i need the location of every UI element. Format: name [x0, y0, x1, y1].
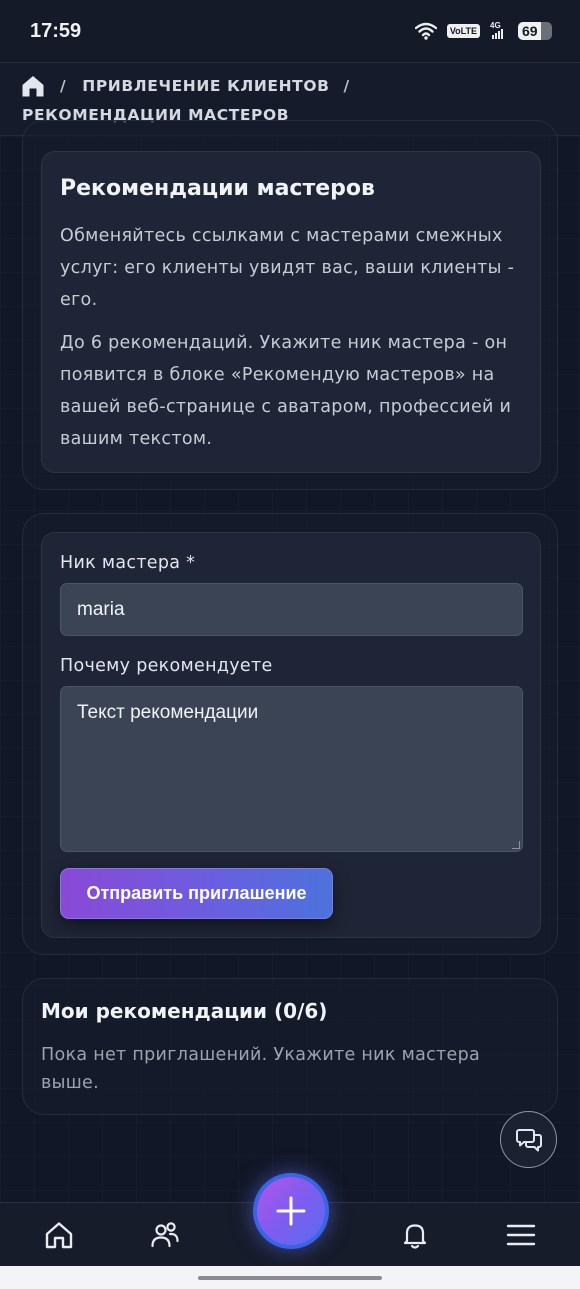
intro-text-1: Обменяйтесь ссылками с мастерами смежных…	[60, 226, 515, 310]
intro-text-2: До 6 рекомендаций. Укажите ник мастера -…	[60, 333, 512, 449]
status-bar: 17:59 VoLTE 4G 69	[0, 0, 580, 62]
intro-card-wrapper: Рекомендации мастеров Обменяйтесь ссылка…	[22, 120, 558, 490]
home-icon[interactable]	[20, 73, 46, 99]
why-label: Почему рекомендуете	[60, 656, 273, 676]
resize-handle[interactable]	[512, 841, 520, 849]
chat-button[interactable]	[500, 1111, 557, 1168]
page-title: Рекомендации мастеров	[60, 176, 375, 201]
my-recommendations-title: Мои рекомендации (0/6)	[41, 999, 328, 1023]
nav-home[interactable]	[39, 1215, 79, 1255]
status-time: 17:59	[30, 19, 82, 42]
nick-label: Ник мастера *	[60, 553, 196, 573]
empty-state-text: Пока нет приглашений. Укажите ник мастер…	[41, 1045, 481, 1093]
plus-icon	[276, 1196, 306, 1226]
battery-indicator: 69	[518, 22, 552, 40]
nick-input[interactable]: maria	[60, 583, 523, 636]
nav-clients[interactable]	[145, 1215, 185, 1255]
wifi-icon	[414, 22, 437, 40]
textarea-placeholder: Текст рекомендации	[77, 702, 259, 723]
users-icon	[151, 1222, 179, 1248]
status-icons: VoLTE 4G 69	[414, 21, 552, 41]
intro-card: Рекомендации мастеров Обменяйтесь ссылка…	[41, 151, 541, 473]
my-recommendations-card: Мои рекомендации (0/6) Пока нет приглаше…	[22, 978, 558, 1115]
menu-icon	[506, 1224, 536, 1246]
chat-icon	[515, 1128, 542, 1151]
send-invite-button[interactable]: Отправить приглашение	[60, 868, 333, 919]
signal-icon: 4G	[490, 21, 508, 41]
home-icon	[45, 1222, 73, 1249]
invite-form: Ник мастера * maria Почему рекомендуете …	[41, 532, 541, 938]
nav-notifications[interactable]	[395, 1215, 435, 1255]
recommendation-textarea[interactable]: Текст рекомендации	[60, 686, 523, 852]
volte-badge: VoLTE	[446, 24, 480, 38]
system-gesture-area	[0, 1266, 580, 1289]
breadcrumb-separator: /	[343, 77, 350, 95]
nav-menu[interactable]	[501, 1215, 541, 1255]
form-card-wrapper: Ник мастера * maria Почему рекомендуете …	[22, 513, 558, 955]
breadcrumb-separator: /	[60, 77, 67, 95]
battery-level: 69	[522, 23, 538, 39]
breadcrumb-item-clients[interactable]: ПРИВЛЕЧЕНИЕ КЛИЕНТОВ	[82, 77, 329, 95]
bell-icon	[403, 1224, 427, 1249]
add-button[interactable]	[253, 1173, 329, 1249]
gesture-bar[interactable]	[198, 1276, 382, 1280]
